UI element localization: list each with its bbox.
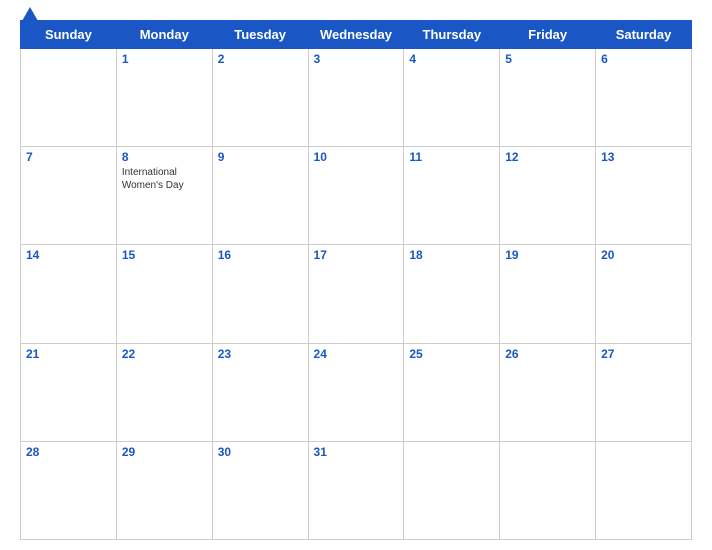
day-number: 21 xyxy=(26,347,111,361)
day-number: 16 xyxy=(218,248,303,262)
day-number: 25 xyxy=(409,347,494,361)
calendar-day-cell: 2 xyxy=(212,49,308,147)
day-number: 3 xyxy=(314,52,399,66)
day-number: 6 xyxy=(601,52,686,66)
calendar-week-row: 14 15 16 17 18 19 20 xyxy=(21,245,692,343)
day-number: 26 xyxy=(505,347,590,361)
day-number: 24 xyxy=(314,347,399,361)
logo-blue xyxy=(20,7,38,21)
calendar-day-cell: 9 xyxy=(212,147,308,245)
calendar-day-cell: 11 xyxy=(404,147,500,245)
calendar-week-row: 28 29 30 31 xyxy=(21,441,692,539)
day-number: 10 xyxy=(314,150,399,164)
day-number: 20 xyxy=(601,248,686,262)
calendar-day-cell: 31 xyxy=(308,441,404,539)
calendar-day-cell: 10 xyxy=(308,147,404,245)
calendar-week-row: 78 International Women's Day 9 10 11 12 13 xyxy=(21,147,692,245)
calendar-day-cell: 25 xyxy=(404,343,500,441)
weekday-header-sunday: Sunday xyxy=(21,21,117,49)
weekday-header-tuesday: Tuesday xyxy=(212,21,308,49)
calendar-day-cell xyxy=(596,441,692,539)
weekday-header-monday: Monday xyxy=(116,21,212,49)
calendar-day-cell: 22 xyxy=(116,343,212,441)
calendar-day-cell: 14 xyxy=(21,245,117,343)
calendar-day-cell: 27 xyxy=(596,343,692,441)
day-number: 4 xyxy=(409,52,494,66)
calendar-week-row: 21 22 23 24 25 26 27 xyxy=(21,343,692,441)
calendar-day-cell xyxy=(21,49,117,147)
day-number: 15 xyxy=(122,248,207,262)
day-number: 13 xyxy=(601,150,686,164)
day-number: 30 xyxy=(218,445,303,459)
calendar-day-cell xyxy=(500,441,596,539)
calendar-day-cell: 15 xyxy=(116,245,212,343)
weekday-header-thursday: Thursday xyxy=(404,21,500,49)
day-number: 18 xyxy=(409,248,494,262)
day-number: 22 xyxy=(122,347,207,361)
day-number: 1 xyxy=(122,52,207,66)
logo xyxy=(20,7,38,21)
day-number: 12 xyxy=(505,150,590,164)
calendar-day-cell: 18 xyxy=(404,245,500,343)
day-number: 9 xyxy=(218,150,303,164)
calendar-day-cell: 24 xyxy=(308,343,404,441)
calendar-day-cell: 6 xyxy=(596,49,692,147)
logo-triangle-icon xyxy=(22,7,38,21)
weekday-header-friday: Friday xyxy=(500,21,596,49)
day-number: 28 xyxy=(26,445,111,459)
day-number: 31 xyxy=(314,445,399,459)
calendar-day-cell xyxy=(404,441,500,539)
day-number: 14 xyxy=(26,248,111,262)
calendar-table: SundayMondayTuesdayWednesdayThursdayFrid… xyxy=(20,20,692,540)
weekday-header-saturday: Saturday xyxy=(596,21,692,49)
calendar-day-cell: 8 International Women's Day xyxy=(116,147,212,245)
calendar-day-cell: 5 xyxy=(500,49,596,147)
event-label: International Women's Day xyxy=(122,166,207,192)
calendar-day-cell: 3 xyxy=(308,49,404,147)
calendar-day-cell: 12 xyxy=(500,147,596,245)
calendar-day-cell: 26 xyxy=(500,343,596,441)
calendar-day-cell: 19 xyxy=(500,245,596,343)
calendar-week-row: 123456 xyxy=(21,49,692,147)
calendar-day-cell: 16 xyxy=(212,245,308,343)
day-number: 8 xyxy=(122,150,207,164)
day-number: 27 xyxy=(601,347,686,361)
calendar-day-cell: 30 xyxy=(212,441,308,539)
weekday-header-row: SundayMondayTuesdayWednesdayThursdayFrid… xyxy=(21,21,692,49)
calendar-day-cell: 13 xyxy=(596,147,692,245)
calendar-day-cell: 17 xyxy=(308,245,404,343)
day-number: 7 xyxy=(26,150,111,164)
day-number: 2 xyxy=(218,52,303,66)
day-number: 19 xyxy=(505,248,590,262)
day-number: 23 xyxy=(218,347,303,361)
weekday-header-wednesday: Wednesday xyxy=(308,21,404,49)
calendar-day-cell: 21 xyxy=(21,343,117,441)
calendar-day-cell: 7 xyxy=(21,147,117,245)
calendar-day-cell: 28 xyxy=(21,441,117,539)
calendar-day-cell: 20 xyxy=(596,245,692,343)
day-number: 5 xyxy=(505,52,590,66)
calendar-day-cell: 4 xyxy=(404,49,500,147)
day-number: 29 xyxy=(122,445,207,459)
day-number: 17 xyxy=(314,248,399,262)
calendar-day-cell: 23 xyxy=(212,343,308,441)
calendar-day-cell: 1 xyxy=(116,49,212,147)
day-number: 11 xyxy=(409,150,494,164)
calendar-day-cell: 29 xyxy=(116,441,212,539)
